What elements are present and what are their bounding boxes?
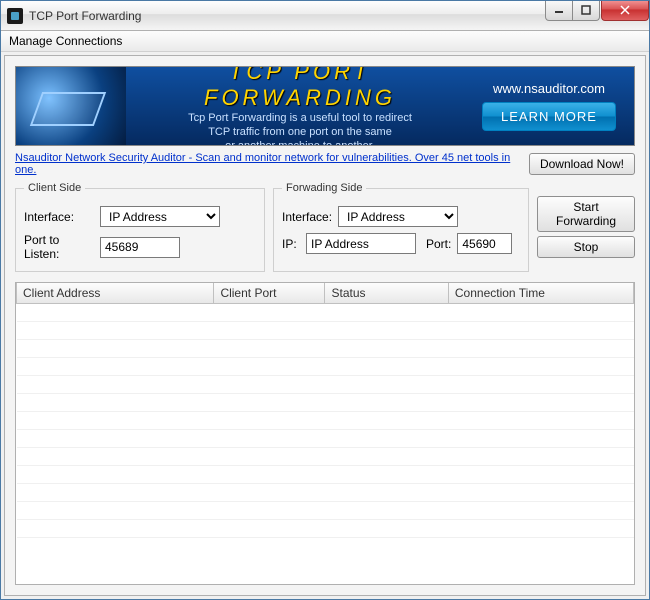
fwd-port-label: Port:	[426, 237, 451, 251]
fwd-port-input[interactable]	[457, 233, 512, 254]
client-interface-label: Interface:	[24, 210, 94, 224]
table-row	[17, 358, 634, 376]
maximize-icon	[581, 5, 591, 15]
config-row: Client Side Interface: IP Address Port t…	[15, 182, 635, 272]
menubar: Manage Connections	[1, 31, 649, 52]
client-area: TCP PORT FORWARDING Tcp Port Forwarding …	[4, 55, 646, 596]
window-controls	[546, 1, 649, 21]
table-row	[17, 430, 634, 448]
banner-title: TCP PORT FORWARDING	[130, 66, 470, 111]
client-interface-select[interactable]: IP Address	[100, 206, 220, 227]
table-row	[17, 520, 634, 538]
table-row	[17, 322, 634, 340]
table-row	[17, 484, 634, 502]
learn-more-button[interactable]: LEARN MORE	[482, 102, 616, 131]
client-port-input[interactable]	[100, 237, 180, 258]
fwd-interface-select[interactable]: IP Address	[338, 206, 458, 227]
action-buttons: Start Forwarding Stop	[537, 182, 635, 272]
fwd-ip-input[interactable]	[306, 233, 416, 254]
col-client-address[interactable]: Client Address	[17, 283, 214, 304]
banner-text: TCP PORT FORWARDING Tcp Port Forwarding …	[126, 66, 474, 146]
forwarding-side-group: Forwading Side Interface: IP Address IP:…	[273, 182, 529, 272]
connections-grid: Client Address Client Port Status Connec…	[15, 282, 635, 585]
titlebar: TCP Port Forwarding	[1, 1, 649, 31]
col-connection-time[interactable]: Connection Time	[448, 283, 633, 304]
stop-button[interactable]: Stop	[537, 236, 635, 258]
client-side-group: Client Side Interface: IP Address Port t…	[15, 182, 265, 272]
promo-link[interactable]: Nsauditor Network Security Auditor - Sca…	[15, 152, 525, 176]
banner-cta: www.nsauditor.com LEARN MORE	[474, 81, 634, 131]
maximize-button[interactable]	[572, 1, 600, 21]
table-row	[17, 412, 634, 430]
table-row	[17, 304, 634, 322]
minimize-icon	[554, 5, 564, 15]
table-row	[17, 466, 634, 484]
download-now-button[interactable]: Download Now!	[529, 153, 635, 175]
table-row	[17, 448, 634, 466]
start-forwarding-button[interactable]: Start Forwarding	[537, 196, 635, 232]
fwd-ip-label: IP:	[282, 237, 300, 251]
connections-tbody	[17, 304, 634, 538]
minimize-button[interactable]	[545, 1, 573, 21]
col-client-port[interactable]: Client Port	[214, 283, 325, 304]
table-row	[17, 394, 634, 412]
banner-url: www.nsauditor.com	[474, 81, 624, 96]
promo-row: Nsauditor Network Security Auditor - Sca…	[15, 152, 635, 176]
menu-manage-connections[interactable]: Manage Connections	[9, 34, 122, 48]
table-row	[17, 502, 634, 520]
application-window: TCP Port Forwarding Manage Connections T…	[0, 0, 650, 600]
client-port-label: Port to Listen:	[24, 233, 94, 261]
col-status[interactable]: Status	[325, 283, 448, 304]
fwd-interface-label: Interface:	[282, 210, 332, 224]
banner-desc: Tcp Port Forwarding is a useful tool to …	[130, 111, 470, 146]
table-row	[17, 340, 634, 358]
table-row	[17, 376, 634, 394]
connections-table: Client Address Client Port Status Connec…	[16, 283, 634, 538]
close-icon	[620, 5, 630, 15]
window-title: TCP Port Forwarding	[29, 9, 546, 23]
promo-banner[interactable]: TCP PORT FORWARDING Tcp Port Forwarding …	[15, 66, 635, 146]
client-side-legend: Client Side	[24, 182, 85, 194]
banner-graphic	[16, 67, 126, 145]
close-button[interactable]	[601, 1, 649, 21]
forwarding-side-legend: Forwading Side	[282, 182, 366, 194]
app-icon	[7, 8, 23, 24]
